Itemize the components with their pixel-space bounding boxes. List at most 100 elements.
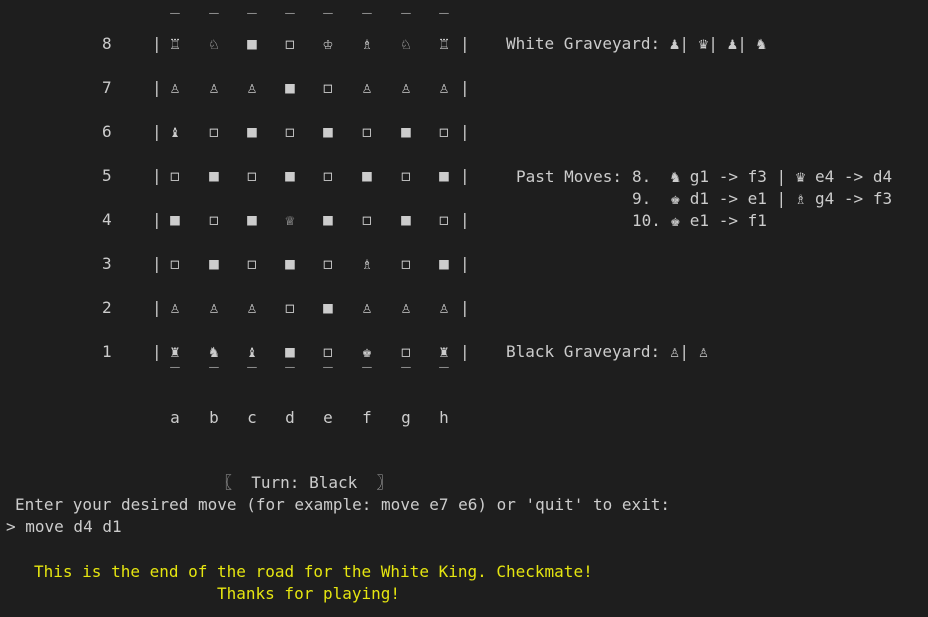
rank-label: 6 xyxy=(102,122,112,141)
thanks-message: Thanks for playing! xyxy=(217,584,401,603)
board-square: ♙ xyxy=(439,298,449,317)
board-left-border: | xyxy=(152,122,162,141)
board-square: ◻ xyxy=(247,254,257,273)
board-right-border: | xyxy=(460,298,470,317)
board-square: ■ xyxy=(323,298,333,317)
board-square: ■ xyxy=(285,166,295,185)
board-square: ♙ xyxy=(170,78,180,97)
board-square: ◻ xyxy=(439,122,449,141)
black-graveyard-pieces: ♙| ♙ xyxy=(669,342,709,361)
board-square: ♙ xyxy=(362,78,372,97)
board-square: ♙ xyxy=(247,78,257,97)
board-bottom-border-mark: ‾ xyxy=(401,364,411,383)
board-square: ♜ xyxy=(439,342,449,361)
board-square: ◻ xyxy=(323,166,333,185)
board-square: ■ xyxy=(209,166,219,185)
board-square: ■ xyxy=(170,210,180,229)
board-left-border: | xyxy=(152,298,162,317)
board-square: ♖ xyxy=(170,34,180,53)
board-square: ♗ xyxy=(362,254,372,273)
board-square: ♙ xyxy=(401,78,411,97)
board-square: ◻ xyxy=(247,166,257,185)
rank-label: 4 xyxy=(102,210,112,229)
board-square: ■ xyxy=(362,166,372,185)
board-square: ■ xyxy=(285,342,295,361)
board-bottom-border-mark: ‾ xyxy=(247,364,257,383)
move-prompt: Enter your desired move (for example: mo… xyxy=(15,495,671,514)
board-square: ◻ xyxy=(323,254,333,273)
board-square: ■ xyxy=(439,166,449,185)
past-moves-label: Past Moves: xyxy=(516,167,622,186)
board-square: ♞ xyxy=(209,342,219,361)
board-right-border: | xyxy=(460,34,470,53)
board-right-border: | xyxy=(460,122,470,141)
board-square: ■ xyxy=(247,210,257,229)
board-left-border: | xyxy=(152,78,162,97)
rank-label: 8 xyxy=(102,34,112,53)
rank-label: 2 xyxy=(102,298,112,317)
board-square: ♙ xyxy=(209,298,219,317)
white-graveyard-pieces: ♟| ♛| ♟| ♞ xyxy=(669,34,767,53)
board-square: ◻ xyxy=(209,122,219,141)
board-top-border-mark: ‾ xyxy=(401,10,411,29)
board-square: ■ xyxy=(285,78,295,97)
board-bottom-border-mark: ‾ xyxy=(170,364,180,383)
terminal-window: { "board": { "top_border": "‾", "bottom_… xyxy=(0,0,928,617)
file-label: h xyxy=(439,408,449,427)
board-square: ■ xyxy=(401,122,411,141)
board-square: ◻ xyxy=(401,166,411,185)
board-bottom-border-mark: ‾ xyxy=(439,364,449,383)
board-square: ■ xyxy=(247,34,257,53)
board-square: ■ xyxy=(247,122,257,141)
board-square: ◻ xyxy=(323,342,333,361)
board-bottom-border-mark: ‾ xyxy=(323,364,333,383)
board-square: ♔ xyxy=(323,34,333,53)
board-top-border-mark: ‾ xyxy=(362,10,372,29)
file-label: d xyxy=(285,408,295,427)
command-input-line[interactable]: > move d4 d1 xyxy=(6,517,122,537)
white-graveyard-label: White Graveyard: xyxy=(506,34,661,53)
file-label: c xyxy=(247,408,257,427)
board-bottom-border-mark: ‾ xyxy=(209,364,219,383)
board-top-border-mark: ‾ xyxy=(209,10,219,29)
board-left-border: | xyxy=(152,342,162,361)
black-graveyard: Black Graveyard: ♙| ♙ xyxy=(506,342,708,362)
board-square: ♙ xyxy=(209,78,219,97)
board-left-border: | xyxy=(152,34,162,53)
board-right-border: | xyxy=(460,210,470,229)
board-square: ♝ xyxy=(247,342,257,361)
board-top-border-mark: ‾ xyxy=(170,10,180,29)
board-square: ■ xyxy=(209,254,219,273)
board-square: ♗ xyxy=(362,34,372,53)
board-square: ♝ xyxy=(170,122,180,141)
board-square: ◻ xyxy=(209,210,219,229)
white-graveyard: White Graveyard: ♟| ♛| ♟| ♞ xyxy=(506,34,766,54)
board-left-border: | xyxy=(152,210,162,229)
board-top-border-mark: ‾ xyxy=(285,10,295,29)
board-square: ◻ xyxy=(285,122,295,141)
board-square: ♕ xyxy=(285,210,295,229)
board-bottom-border-mark: ‾ xyxy=(285,364,295,383)
board-right-border: | xyxy=(460,166,470,185)
rank-label: 5 xyxy=(102,166,112,185)
board-right-border: | xyxy=(460,78,470,97)
board-top-border-mark: ‾ xyxy=(439,10,449,29)
board-square: ■ xyxy=(323,210,333,229)
board-left-border: | xyxy=(152,166,162,185)
file-label: g xyxy=(401,408,411,427)
board-square: ◻ xyxy=(401,342,411,361)
board-right-border: | xyxy=(460,342,470,361)
board-square: ♙ xyxy=(439,78,449,97)
file-label: f xyxy=(362,408,372,427)
file-label: e xyxy=(323,408,333,427)
board-square: ■ xyxy=(323,122,333,141)
board-square: ◻ xyxy=(285,34,295,53)
past-move-line: 8. ♞ g1 -> f3 | ♛ e4 -> d4 xyxy=(632,167,893,186)
board-right-border: | xyxy=(460,254,470,273)
board-square: ■ xyxy=(401,210,411,229)
board-square: ♙ xyxy=(247,298,257,317)
board-square: ♘ xyxy=(401,34,411,53)
board-top-border-mark: ‾ xyxy=(323,10,333,29)
board-square: ◻ xyxy=(170,166,180,185)
board-square: ♜ xyxy=(170,342,180,361)
